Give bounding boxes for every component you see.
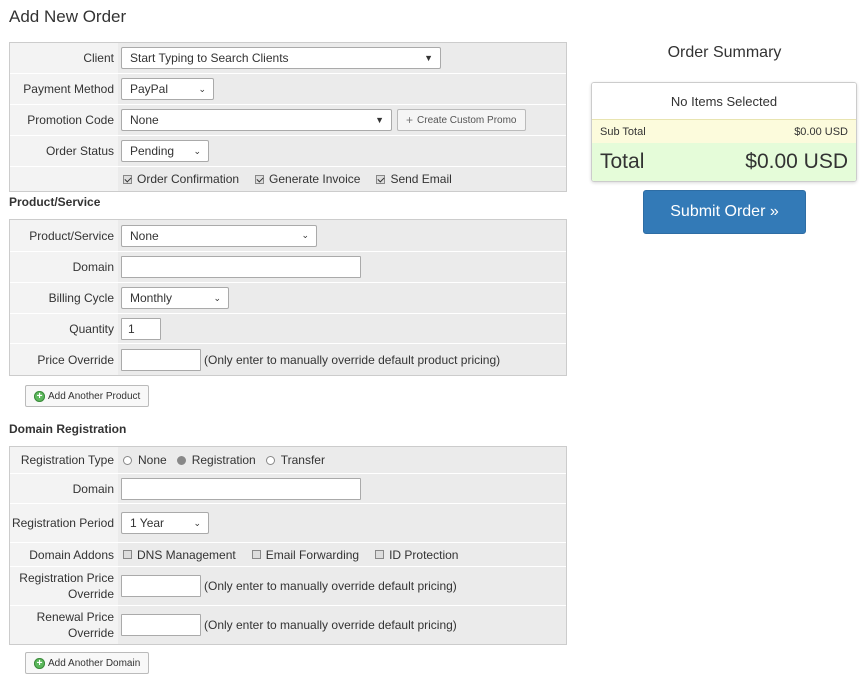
- domain-registration-panel: Registration Type None Registration Tran…: [9, 446, 567, 645]
- order-confirmation-label: Order Confirmation: [137, 172, 240, 186]
- total-label: Total: [600, 150, 645, 173]
- client-label: Client: [83, 51, 114, 65]
- no-items-text: No Items Selected: [592, 83, 856, 119]
- create-custom-promo-button[interactable]: + Create Custom Promo: [397, 109, 526, 131]
- registration-domain-input[interactable]: [121, 477, 361, 500]
- renewal-price-override-label: Renewal Price Override: [36, 610, 114, 640]
- promotion-code-select[interactable]: None ▼: [121, 109, 392, 131]
- order-status-label: Order Status: [45, 144, 114, 158]
- total-row: Total $0.00 USD: [592, 143, 856, 181]
- dns-management-checkbox[interactable]: [123, 550, 132, 559]
- chevron-down-icon: ⌄: [193, 145, 201, 156]
- add-another-domain-label: Add Another Domain: [48, 657, 141, 669]
- price-override-label: Price Override: [37, 352, 114, 367]
- chevron-down-icon: ▼: [424, 53, 433, 63]
- add-another-product-button[interactable]: + Add Another Product: [25, 385, 150, 407]
- domain-addons-options: DNS Management Email Forwarding ID Prote…: [118, 543, 566, 566]
- product-service-label: Product/Service: [29, 228, 114, 243]
- domain-section-title: Domain Registration: [9, 422, 127, 436]
- submit-order-button[interactable]: Submit Order »: [643, 190, 806, 234]
- payment-method-select[interactable]: PayPal ⌄: [121, 78, 214, 100]
- order-options: Order Confirmation Generate Invoice Send…: [118, 167, 566, 191]
- quantity-label: Quantity: [69, 321, 114, 336]
- renewal-price-override-hint: (Only enter to manually override default…: [204, 618, 457, 632]
- subtotal-label: Sub Total: [600, 125, 646, 138]
- plus-icon: +: [406, 113, 414, 127]
- registration-price-override-label: Registration Price Override: [19, 571, 114, 601]
- add-another-product-label: Add Another Product: [48, 390, 141, 402]
- registration-price-override-input[interactable]: [121, 575, 201, 597]
- add-another-domain-button[interactable]: + Add Another Domain: [25, 652, 150, 674]
- subtotal-value: $0.00 USD: [794, 125, 848, 138]
- product-panel: Product/Service None ⌄ Domain Billing Cy…: [9, 219, 567, 376]
- email-forwarding-checkbox[interactable]: [251, 550, 261, 559]
- registration-domain-label: Domain: [72, 481, 114, 496]
- id-protection-checkbox[interactable]: [375, 550, 385, 559]
- promotion-code-label: Promotion Code: [27, 113, 114, 127]
- product-domain-label: Domain: [72, 260, 114, 274]
- registration-type-none-radio[interactable]: [123, 455, 132, 465]
- registration-type-registration-label: Registration: [191, 453, 256, 467]
- registration-period-label: Registration Period: [11, 516, 114, 530]
- chevron-down-icon: ⌄: [193, 517, 201, 528]
- registration-type-none-label: None: [138, 453, 167, 467]
- page-title: Add New Order: [9, 7, 127, 26]
- chevron-down-icon: ▼: [375, 115, 384, 125]
- product-section-title: Product/Service: [9, 195, 101, 209]
- registration-type-transfer-label: Transfer: [280, 453, 325, 467]
- order-details-panel: Client Start Typing to Search Clients ▼ …: [9, 42, 567, 192]
- registration-period-value: 1 Year: [130, 516, 165, 530]
- registration-price-override-hint: (Only enter to manually override default…: [204, 579, 457, 593]
- billing-cycle-label: Billing Cycle: [48, 291, 114, 305]
- chevron-down-icon: ⌄: [198, 83, 206, 94]
- plus-circle-icon: +: [34, 390, 45, 402]
- order-status-value: Pending: [130, 144, 175, 158]
- quantity-input[interactable]: 1: [121, 317, 161, 340]
- order-status-select[interactable]: Pending ⌄: [121, 140, 209, 162]
- registration-type-registration-radio[interactable]: [176, 455, 186, 465]
- product-domain-input[interactable]: [121, 256, 361, 278]
- billing-cycle-value: Monthly: [130, 291, 173, 305]
- order-summary-box: No Items Selected Sub Total $0.00 USD To…: [591, 82, 857, 182]
- price-override-hint: (Only enter to manually override default…: [204, 352, 501, 367]
- order-confirmation-checkbox[interactable]: [123, 174, 132, 184]
- payment-method-value: PayPal: [130, 82, 169, 96]
- order-options-label: [10, 167, 118, 191]
- promotion-code-value: None: [130, 113, 159, 127]
- send-email-label: Send Email: [390, 172, 452, 186]
- id-protection-label: ID Protection: [389, 547, 459, 562]
- price-override-input[interactable]: [121, 348, 201, 371]
- payment-method-label: Payment Method: [23, 82, 114, 96]
- registration-type-transfer-radio[interactable]: [265, 455, 275, 465]
- renewal-price-override-input[interactable]: [121, 614, 201, 636]
- domain-addons-label: Domain Addons: [29, 547, 114, 562]
- total-value: $0.00 USD: [745, 150, 848, 173]
- chevron-down-icon: ⌄: [213, 292, 221, 303]
- send-email-checkbox[interactable]: [376, 174, 386, 184]
- registration-type-label: Registration Type: [20, 453, 114, 467]
- registration-type-options: None Registration Transfer: [118, 447, 566, 473]
- product-service-select[interactable]: None ⌄: [121, 224, 317, 247]
- order-summary-title: Order Summary: [667, 44, 782, 61]
- plus-circle-icon: +: [34, 657, 45, 669]
- email-forwarding-label: Email Forwarding: [265, 547, 360, 562]
- generate-invoice-checkbox[interactable]: [255, 174, 265, 184]
- dns-management-label: DNS Management: [137, 547, 236, 562]
- client-search-placeholder: Start Typing to Search Clients: [130, 51, 289, 65]
- generate-invoice-label: Generate Invoice: [269, 172, 361, 186]
- chevron-down-icon: ⌄: [301, 230, 309, 240]
- product-service-value: None: [130, 228, 159, 243]
- client-search-select[interactable]: Start Typing to Search Clients ▼: [121, 47, 441, 69]
- create-custom-promo-label: Create Custom Promo: [417, 114, 517, 126]
- subtotal-row: Sub Total $0.00 USD: [592, 119, 856, 143]
- billing-cycle-select[interactable]: Monthly ⌄: [121, 287, 229, 309]
- registration-period-select[interactable]: 1 Year ⌄: [121, 512, 209, 534]
